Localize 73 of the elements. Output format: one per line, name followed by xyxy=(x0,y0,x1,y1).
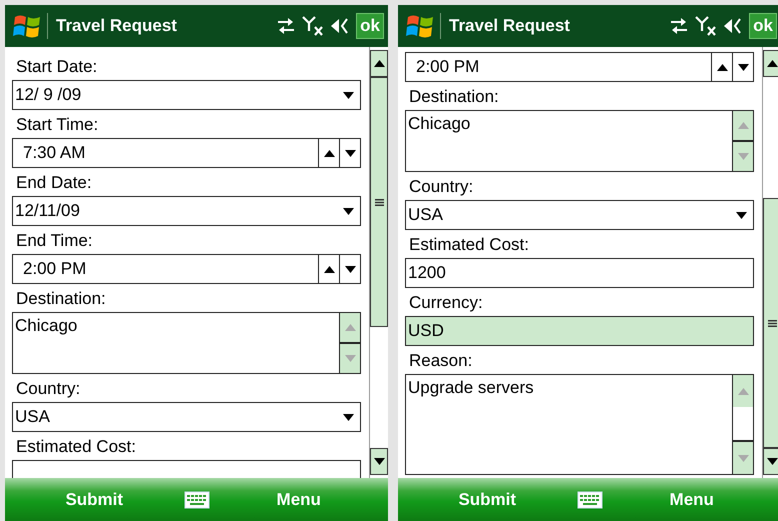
grip-icon xyxy=(768,320,776,326)
field-label: End Time: xyxy=(15,230,94,252)
ok-button[interactable]: ok xyxy=(749,13,777,39)
menu-softkey[interactable]: Menu xyxy=(670,490,714,510)
up-arrow-icon xyxy=(738,388,748,394)
up-arrow-icon xyxy=(716,64,728,70)
scroll-down-button[interactable] xyxy=(340,342,360,373)
keyboard-icon[interactable] xyxy=(576,490,602,508)
up-arrow-icon xyxy=(738,122,748,129)
connectivity-arrows-icon[interactable] xyxy=(669,17,690,35)
down-arrow-icon xyxy=(342,208,354,214)
field-label: Destination: xyxy=(15,288,107,310)
field-label: Country: xyxy=(15,378,82,400)
field-label: Reason: xyxy=(408,350,474,372)
down-arrow-icon xyxy=(738,454,748,462)
up-arrow-icon xyxy=(344,324,356,331)
scroll-thumb[interactable] xyxy=(370,77,388,327)
scroll-bar[interactable] xyxy=(762,47,778,478)
text-area[interactable]: Chicago xyxy=(12,312,361,374)
time-field[interactable]: 7:30 AM xyxy=(12,138,361,168)
up-arrow-icon xyxy=(324,150,334,156)
field-label: Country: xyxy=(408,176,474,198)
window-title: Travel Request xyxy=(55,16,178,36)
scroll-down-button[interactable] xyxy=(733,440,753,474)
dropdown-field[interactable]: 12/11/09 xyxy=(12,196,361,226)
submit-softkey[interactable]: Submit xyxy=(458,490,516,510)
down-arrow-icon xyxy=(342,92,354,98)
window-title: Travel Request xyxy=(448,16,571,36)
signal-off-icon[interactable] xyxy=(695,15,718,37)
dropdown-field[interactable]: USA xyxy=(405,200,754,230)
down-arrow-icon xyxy=(374,458,384,465)
input-field[interactable]: 1200 xyxy=(405,258,754,288)
grip-icon xyxy=(374,198,384,206)
field-label: Start Date: xyxy=(15,56,98,78)
time-field[interactable]: 2:00 PM xyxy=(12,254,361,284)
down-arrow-icon xyxy=(738,64,748,70)
dropdown-field[interactable]: USA xyxy=(12,402,361,432)
speaker-icon[interactable] xyxy=(330,17,350,35)
keyboard-icon[interactable] xyxy=(184,490,210,508)
up-arrow-icon xyxy=(324,266,334,272)
down-arrow-icon xyxy=(738,153,748,160)
speaker-icon[interactable] xyxy=(723,17,744,35)
connectivity-arrows-icon[interactable] xyxy=(276,17,296,35)
dropdown-field[interactable]: 12/ 9 /09 xyxy=(12,80,361,110)
down-arrow-icon xyxy=(736,212,746,218)
up-arrow-icon xyxy=(766,60,778,67)
ok-button[interactable]: ok xyxy=(356,13,384,39)
time-field[interactable]: 2:00 PM xyxy=(405,52,754,82)
signal-off-icon[interactable] xyxy=(302,15,324,37)
scroll-down-button[interactable] xyxy=(733,140,753,171)
field-label: Currency: xyxy=(408,292,484,314)
field-label: Estimated Cost: xyxy=(15,436,137,458)
field-label: Start Time: xyxy=(15,114,100,136)
field-label: Estimated Cost: xyxy=(408,234,530,256)
scroll-down-button[interactable] xyxy=(763,448,778,475)
scroll-down-button[interactable] xyxy=(370,448,388,475)
field-label: Destination: xyxy=(408,86,500,108)
field-label: End Date: xyxy=(15,172,93,194)
scroll-up-button[interactable] xyxy=(370,50,388,77)
down-arrow-icon xyxy=(344,150,356,156)
up-arrow-icon xyxy=(374,60,384,67)
scroll-up-button[interactable] xyxy=(763,50,778,77)
input-field[interactable]: USD xyxy=(405,316,754,346)
submit-softkey[interactable]: Submit xyxy=(65,490,124,510)
text-area[interactable]: Upgrade servers xyxy=(405,374,754,475)
menu-softkey[interactable]: Menu xyxy=(276,490,321,510)
scroll-bar[interactable] xyxy=(369,47,388,478)
scroll-thumb[interactable] xyxy=(763,198,778,448)
text-area[interactable]: Chicago xyxy=(405,110,754,172)
down-arrow-icon xyxy=(766,458,778,465)
down-arrow-icon xyxy=(344,266,356,272)
down-arrow-icon xyxy=(344,355,356,362)
down-arrow-icon xyxy=(342,414,354,420)
